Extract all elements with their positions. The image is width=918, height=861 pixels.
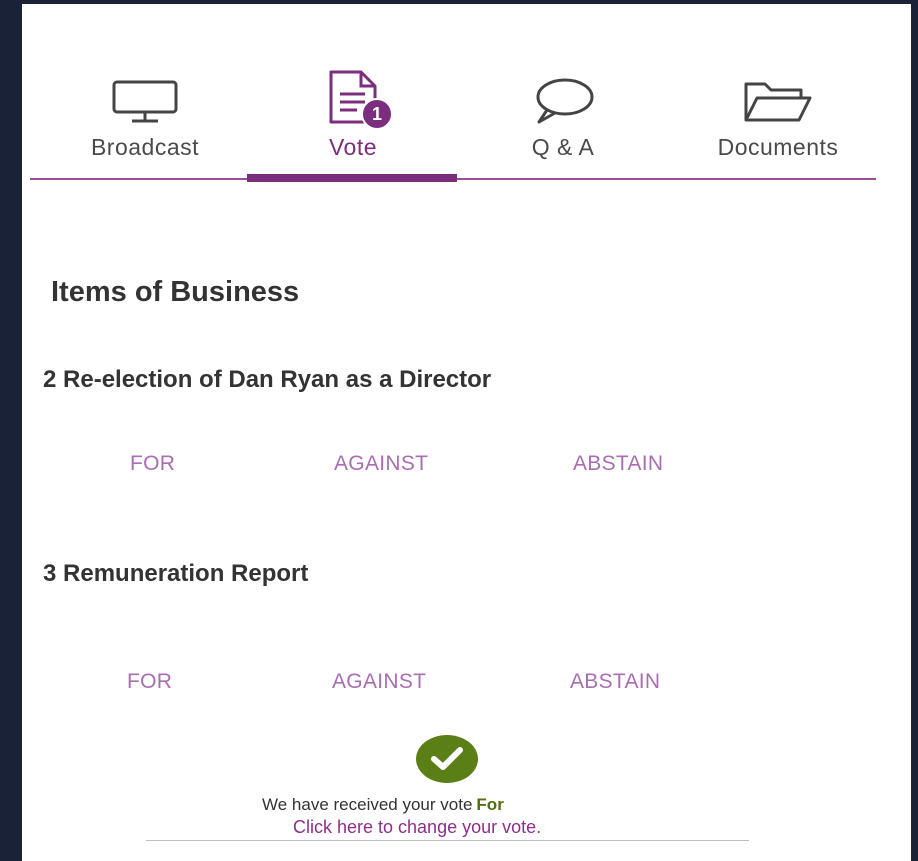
vote-options: FOR AGAINST ABSTAIN	[22, 670, 911, 700]
active-tab-indicator	[247, 174, 457, 182]
voting-panel: Broadcast 1 Vote Q & A Documents Items o…	[22, 4, 911, 861]
vote-options: FOR AGAINST ABSTAIN	[22, 452, 911, 482]
document-icon: 1	[327, 66, 393, 130]
confirmed-vote-value: For	[476, 795, 504, 814]
checkmark-icon	[416, 735, 478, 783]
vote-against-button[interactable]: AGAINST	[334, 452, 428, 476]
change-vote-link[interactable]: Click here to change your vote.	[293, 817, 541, 838]
vote-abstain-button[interactable]: ABSTAIN	[573, 452, 663, 476]
item-title: 3 Remuneration Report	[43, 560, 309, 587]
vote-for-button[interactable]: FOR	[130, 452, 175, 476]
tab-bar: Broadcast 1 Vote Q & A Documents	[30, 66, 876, 182]
confirmation-message: We have received your vote	[262, 795, 473, 814]
vote-confirmation: We have received your vote For	[262, 795, 504, 815]
speech-bubble-icon	[531, 66, 595, 124]
tab-label: Documents	[717, 134, 839, 160]
vote-for-button[interactable]: FOR	[127, 670, 172, 694]
item-title: 2 Re-election of Dan Ryan as a Director	[43, 366, 492, 393]
vote-against-button[interactable]: AGAINST	[332, 670, 426, 694]
notification-badge: 1	[361, 98, 393, 130]
monitor-icon	[112, 66, 178, 124]
tab-label: Vote	[328, 134, 378, 160]
tab-documents[interactable]: Documents	[690, 66, 866, 178]
tab-broadcast[interactable]: Broadcast	[60, 66, 230, 178]
tab-vote[interactable]: 1 Vote	[270, 66, 436, 178]
tab-label: Q & A	[531, 134, 595, 160]
tab-qa[interactable]: Q & A	[480, 66, 646, 178]
vote-abstain-button[interactable]: ABSTAIN	[570, 670, 660, 694]
divider	[146, 840, 749, 841]
tab-label: Broadcast	[90, 134, 200, 160]
page-title: Items of Business	[51, 276, 300, 308]
folder-icon	[743, 66, 813, 124]
